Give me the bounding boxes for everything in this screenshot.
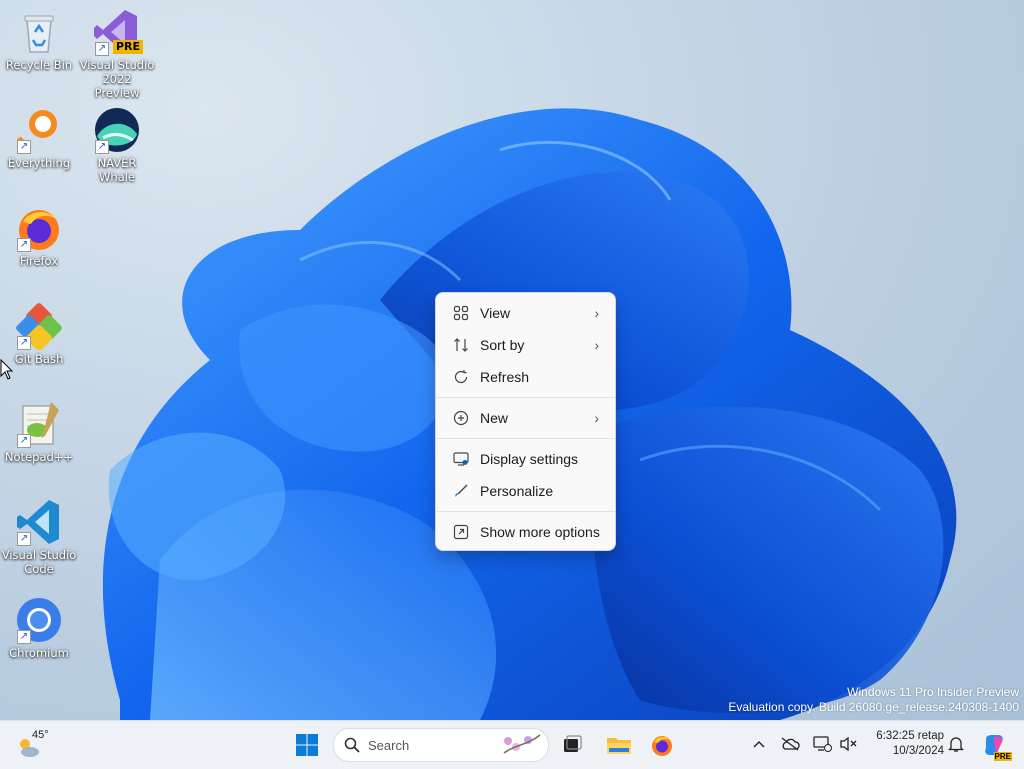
desktop-icon-label: Visual Studio 2022 Preview xyxy=(79,58,155,100)
menu-item-label: New xyxy=(480,410,509,426)
menu-separator xyxy=(436,438,615,439)
task-view-icon xyxy=(564,735,582,752)
view-grid-icon xyxy=(452,304,470,322)
volume-muted-icon xyxy=(840,736,857,752)
desktop-icon-label: Recycle Bin xyxy=(5,58,73,72)
task-view-button[interactable] xyxy=(554,727,590,763)
chevron-right-icon: › xyxy=(594,305,599,321)
preview-badge: PRE xyxy=(112,40,143,54)
show-hidden-icons-button[interactable] xyxy=(748,733,770,755)
desktop-icon-naver-whale[interactable]: ↗ NAVER Whale xyxy=(79,102,155,184)
everything-search-icon: ↗ xyxy=(15,106,63,154)
desktop-icon-label: Everything xyxy=(7,156,71,170)
menu-separator xyxy=(436,397,615,398)
chevron-right-icon: › xyxy=(594,337,599,353)
mouse-cursor-icon xyxy=(0,358,14,384)
weather-temp: 45° xyxy=(32,729,49,741)
vscode-icon: ↗ xyxy=(15,498,63,546)
menu-item-show-more-options[interactable]: Show more options xyxy=(440,517,611,547)
windows-logo-icon xyxy=(296,734,318,756)
desktop-context-menu: View › Sort by › Refresh New › Display s… xyxy=(435,292,616,551)
menu-item-label: View xyxy=(480,305,511,321)
desktop-icon-vscode[interactable]: ↗ Visual Studio Code xyxy=(1,494,77,576)
sort-icon xyxy=(452,336,470,354)
desktop-icon-visual-studio-preview[interactable]: PRE ↗ Visual Studio 2022 Preview xyxy=(79,4,155,100)
bell-icon xyxy=(948,737,964,752)
chromium-icon: ↗ xyxy=(15,596,63,644)
clock-date: 10/3/2024 xyxy=(892,745,944,757)
taskbar-clock[interactable]: 6:32:25 retap 10/3/2024 xyxy=(866,729,944,759)
menu-item-label: Show more options xyxy=(480,524,600,540)
git-bash-icon: ↗ xyxy=(15,302,63,351)
shortcut-arrow-icon: ↗ xyxy=(17,238,31,252)
chevron-up-icon xyxy=(753,741,765,748)
shortcut-arrow-icon: ↗ xyxy=(95,140,109,154)
menu-item-view[interactable]: View › xyxy=(440,298,611,328)
personalize-brush-icon xyxy=(452,482,470,500)
desktop-icon-label: Firefox xyxy=(19,254,59,268)
naver-whale-icon: ↗ xyxy=(93,106,141,154)
menu-item-display-settings[interactable]: Display settings xyxy=(440,444,611,474)
menu-item-new[interactable]: New › xyxy=(440,403,611,433)
desktop-icon-label: Notepad++ xyxy=(4,450,74,464)
taskbar-firefox[interactable] xyxy=(644,727,680,763)
copilot-button[interactable]: PRE xyxy=(976,727,1012,763)
shortcut-arrow-icon: ↗ xyxy=(17,434,31,448)
taskbar-file-explorer[interactable] xyxy=(601,727,637,763)
copilot-preview-badge: PRE xyxy=(993,752,1012,761)
desktop-icon-everything[interactable]: ↗ Everything xyxy=(1,102,77,170)
desktop-icon-firefox[interactable]: ↗ Firefox xyxy=(1,200,77,268)
menu-item-sort-by[interactable]: Sort by › xyxy=(440,330,611,360)
desktop-icon-git-bash[interactable]: ↗ Git Bash xyxy=(1,298,77,366)
menu-item-label: Personalize xyxy=(480,483,554,499)
desktop-icon-label: NAVER Whale xyxy=(97,156,137,184)
recycle-bin-icon xyxy=(15,8,63,56)
shortcut-arrow-icon: ↗ xyxy=(17,532,31,546)
desktop-icon-label: Visual Studio Code xyxy=(1,548,77,576)
desktop-icon-chromium[interactable]: ↗ Chromium xyxy=(1,592,77,660)
watermark-line-2: Evaluation copy. Build 26080.ge_release.… xyxy=(728,700,1019,714)
notepad-plus-plus-icon: ↗ xyxy=(15,400,63,448)
menu-item-label: Display settings xyxy=(480,451,579,467)
new-plus-icon xyxy=(452,409,470,427)
search-highlight-flowers-icon xyxy=(503,734,541,754)
taskbar: 45° Search 6:32:25 retap 10/3/2024 PRE xyxy=(0,720,1024,769)
weather-widget[interactable]: 45° xyxy=(16,729,56,761)
menu-separator xyxy=(436,511,615,512)
show-more-options-icon xyxy=(452,523,470,541)
menu-item-refresh[interactable]: Refresh xyxy=(440,362,611,392)
shortcut-arrow-icon: ↗ xyxy=(17,140,31,154)
shortcut-arrow-icon: ↗ xyxy=(17,630,31,644)
desktop-icon-label: Chromium xyxy=(9,646,69,660)
volume-tray-button[interactable] xyxy=(837,733,859,755)
chevron-right-icon: › xyxy=(594,410,599,426)
shortcut-arrow-icon: ↗ xyxy=(17,336,31,350)
desktop-icon-recycle-bin[interactable]: Recycle Bin xyxy=(1,4,77,72)
firefox-icon: ↗ xyxy=(15,204,63,252)
shortcut-arrow-icon: ↗ xyxy=(95,42,109,56)
visual-studio-preview-icon: PRE ↗ xyxy=(93,8,143,56)
refresh-icon xyxy=(452,368,470,386)
notifications-button[interactable] xyxy=(945,733,967,755)
firefox-icon xyxy=(652,736,672,756)
clock-time: 6:32:25 retap xyxy=(876,730,944,742)
network-disconnected-icon xyxy=(813,736,832,752)
os-evaluation-watermark: Windows 11 Pro Insider Preview Evaluatio… xyxy=(728,685,1019,715)
onedrive-tray-button[interactable] xyxy=(779,733,801,755)
menu-item-label: Refresh xyxy=(480,369,530,385)
start-button[interactable] xyxy=(289,727,325,763)
display-settings-icon xyxy=(452,450,470,468)
taskbar-search-box[interactable]: Search xyxy=(333,728,549,762)
network-tray-button[interactable] xyxy=(811,733,833,755)
menu-item-label: Sort by xyxy=(480,337,525,353)
file-explorer-icon xyxy=(607,738,631,754)
menu-item-personalize[interactable]: Personalize xyxy=(440,476,611,506)
watermark-line-1: Windows 11 Pro Insider Preview xyxy=(847,685,1019,699)
search-icon xyxy=(344,737,360,753)
cloud-off-icon xyxy=(781,737,800,751)
desktop-icon-notepad-plus-plus[interactable]: ↗ Notepad++ xyxy=(1,396,77,464)
search-placeholder: Search xyxy=(368,737,410,753)
